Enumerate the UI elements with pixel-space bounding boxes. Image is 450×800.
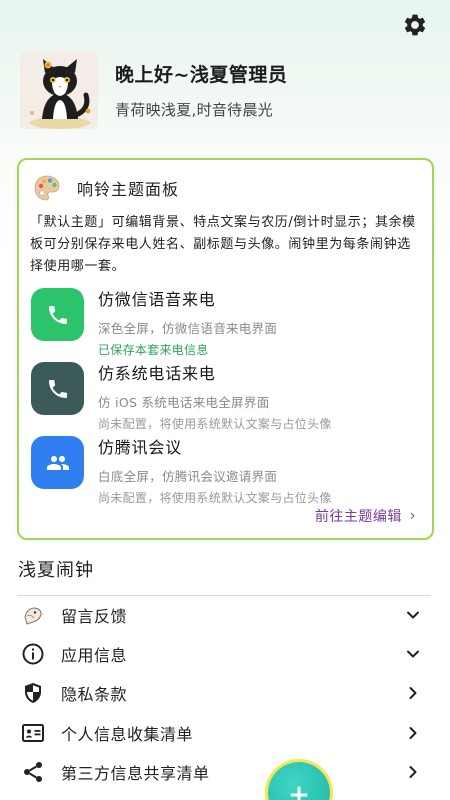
menu-label: 隐私条款 bbox=[61, 685, 128, 704]
menu-label: 留言反馈 bbox=[61, 607, 128, 626]
avatar[interactable] bbox=[20, 51, 98, 129]
chevron-right-icon bbox=[409, 727, 417, 739]
entry-subtitle: 深色全屏，仿微信语音来电界面 bbox=[98, 321, 278, 336]
chevron-right-icon: › bbox=[409, 508, 416, 524]
entry-title: 仿腾讯会议 bbox=[98, 438, 183, 457]
shield-icon bbox=[20, 680, 46, 706]
entry-status: 尚未配置，将使用系统默认文案与占位头像 bbox=[98, 491, 332, 505]
chevron-down-icon bbox=[407, 650, 419, 658]
greeting-subtitle: 青荷映浅夏,时音待晨光 bbox=[115, 101, 274, 119]
section-title: 浅夏闹钟 bbox=[18, 560, 94, 581]
theme-entry-wechat-call[interactable]: 仿微信语音来电 深色全屏，仿微信语音来电界面 已保存本套来电信息 bbox=[31, 286, 422, 357]
info-icon bbox=[20, 641, 46, 667]
chevron-right-icon bbox=[409, 766, 417, 778]
gear-icon[interactable] bbox=[402, 12, 428, 38]
palette-icon bbox=[34, 175, 60, 201]
phone-icon bbox=[31, 362, 84, 415]
chevron-right-icon bbox=[409, 687, 417, 699]
entry-status: 尚未配置，将使用系统默认文案与占位头像 bbox=[98, 417, 332, 431]
menu-item-feedback[interactable]: 留言反馈 bbox=[20, 596, 420, 634]
phone-icon bbox=[31, 288, 84, 341]
entry-status: 已保存本套来电信息 bbox=[98, 343, 209, 357]
id-card-icon bbox=[20, 720, 46, 746]
chevron-down-icon bbox=[407, 611, 419, 619]
menu-item-personal-info-list[interactable]: 个人信息收集清单 bbox=[20, 714, 420, 752]
panel-title: 响铃主题面板 bbox=[77, 180, 180, 199]
greeting-title: 晚上好~浅夏管理员 bbox=[115, 64, 288, 86]
theme-entry-tencent-meeting[interactable]: 仿腾讯会议 白底全屏，仿腾讯会议邀请界面 尚未配置，将使用系统默认文案与占位头像 bbox=[31, 434, 422, 505]
share-icon bbox=[20, 759, 46, 785]
menu-item-privacy[interactable]: 隐私条款 bbox=[20, 674, 420, 712]
menu-item-app-info[interactable]: 应用信息 bbox=[20, 635, 420, 673]
goto-theme-editor-link[interactable]: 前往主题编辑 › bbox=[315, 506, 416, 526]
ringtone-theme-panel: 响铃主题面板 「默认主题」可编辑背景、特点文案与农历/倒计时显示；其余模板可分别… bbox=[17, 158, 434, 540]
theme-entry-system-call[interactable]: 仿系统电话来电 仿 iOS 系统电话来电全屏界面 尚未配置，将使用系统默认文案与… bbox=[31, 360, 422, 431]
people-icon bbox=[31, 436, 84, 489]
feedback-bird-icon bbox=[20, 602, 46, 628]
cat-avatar-image bbox=[20, 51, 98, 129]
entry-subtitle: 仿 iOS 系统电话来电全屏界面 bbox=[98, 395, 270, 410]
entry-subtitle: 白底全屏，仿腾讯会议邀请界面 bbox=[98, 469, 278, 484]
plus-icon: + bbox=[288, 780, 310, 800]
menu-label: 个人信息收集清单 bbox=[61, 725, 194, 744]
entry-title: 仿微信语音来电 bbox=[98, 290, 216, 309]
profile-header: 晚上好~浅夏管理员 青荷映浅夏,时音待晨光 bbox=[20, 50, 430, 130]
menu-label: 应用信息 bbox=[61, 646, 128, 665]
goto-label: 前往主题编辑 bbox=[314, 509, 402, 525]
menu-item-third-party-sharing[interactable]: 第三方信息共享清单 bbox=[20, 753, 420, 791]
entry-title: 仿系统电话来电 bbox=[98, 364, 216, 383]
panel-description: 「默认主题」可编辑背景、特点文案与农历/倒计时显示；其余模板可分别保存来电人姓名… bbox=[30, 215, 416, 274]
menu-label: 第三方信息共享清单 bbox=[61, 764, 210, 783]
